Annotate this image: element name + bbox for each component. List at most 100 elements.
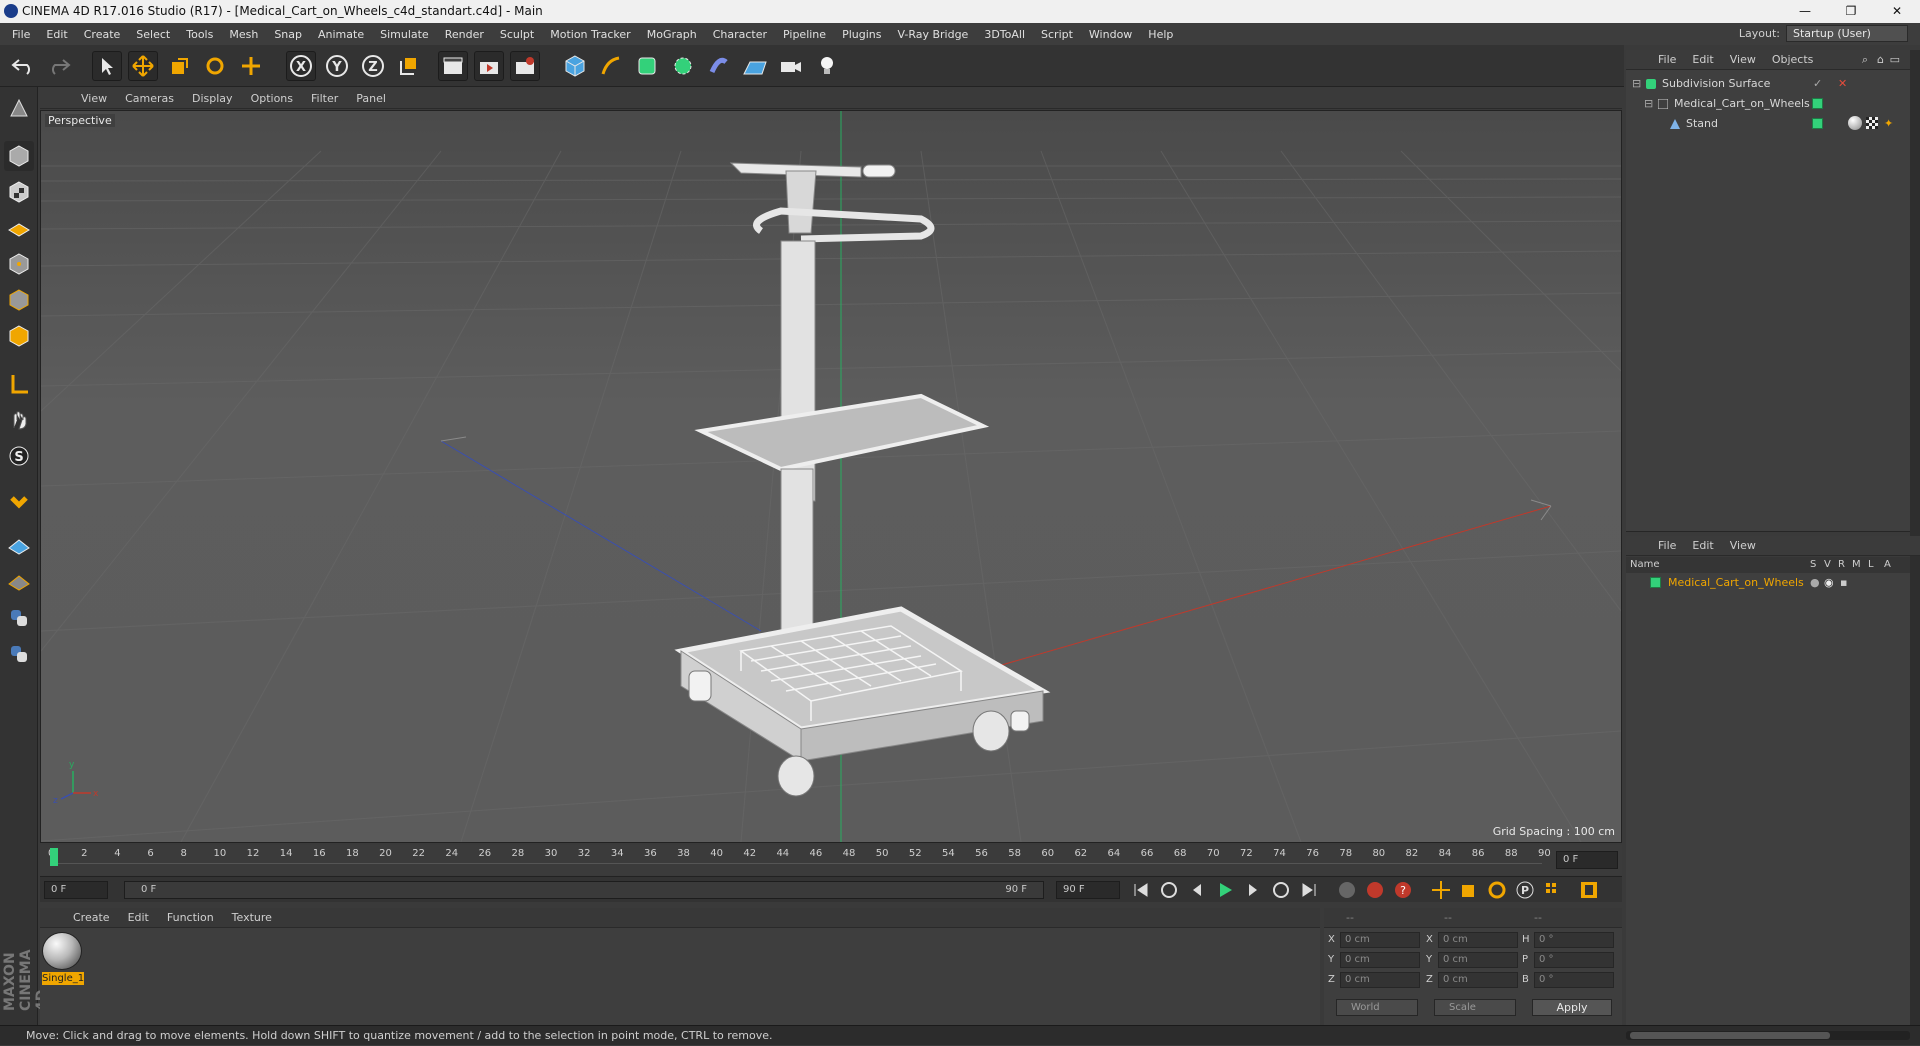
planar-workplane-button[interactable] [4,565,34,595]
object-menu-view[interactable]: View [1722,53,1764,66]
menu-animate[interactable]: Animate [310,28,372,41]
autokey-icon[interactable]: ? [1392,879,1414,901]
menu-edit[interactable]: Edit [38,28,75,41]
motion-record-icon[interactable] [1336,879,1358,901]
editor-check-icon[interactable]: ✓ [1813,74,1822,94]
timeline-end-field[interactable]: 0 F [1556,851,1618,869]
layer-solo-dot-icon[interactable]: ● [1810,573,1820,593]
material-menu-edit[interactable]: Edit [119,911,158,924]
close-button[interactable]: ✕ [1874,0,1920,23]
python-script-button[interactable] [4,603,34,633]
previous-key-icon[interactable] [1158,879,1180,901]
material-menu-create[interactable]: Create [64,911,119,924]
axis-mode-button[interactable] [4,369,34,399]
snap-button[interactable]: S [4,441,34,471]
menu-window[interactable]: Window [1081,28,1140,41]
menu-file[interactable]: File [4,28,38,41]
object-search-icon[interactable]: ⌕ [1862,53,1868,67]
coordinate-system-button[interactable] [394,51,424,81]
layer-color-swatch[interactable] [1812,98,1823,109]
go-to-start-icon[interactable] [1130,879,1152,901]
layout-select[interactable]: Startup (User) [1786,25,1908,42]
column-solo[interactable]: S [1810,557,1816,573]
y-axis-lock-button[interactable]: Y [322,51,352,81]
deformer-button[interactable] [704,51,734,81]
object-row-stand[interactable]: Stand ✦ [1626,114,1910,134]
menu-mograph[interactable]: MoGraph [639,28,705,41]
object-new-window-icon[interactable]: ▭ [1890,53,1900,66]
render-x-icon[interactable]: ✕ [1838,74,1847,94]
live-selection-button[interactable] [92,51,122,81]
current-frame-field[interactable]: 0 F [44,881,108,899]
frame-range-slider[interactable]: 0 F 90 F [124,881,1044,899]
points-mode-button[interactable] [4,249,34,279]
viewport-menu-view[interactable]: View [72,92,116,105]
x-axis-lock-button[interactable]: X [286,51,316,81]
column-name[interactable]: Name [1630,557,1660,573]
scale-mode-dropdown[interactable]: Scale [1434,999,1516,1016]
python-script-2-button[interactable] [4,639,34,669]
floor-object-button[interactable] [740,51,770,81]
mograph-cloner-button[interactable] [668,51,698,81]
key-scale-icon[interactable] [1458,879,1480,901]
next-frame-icon[interactable] [1242,879,1264,901]
pos-x-field[interactable]: 0 cm [1340,932,1420,948]
layer-menu-view[interactable]: View [1722,539,1764,552]
viewport-menu-display[interactable]: Display [183,92,242,105]
edit-render-settings-button[interactable] [510,51,540,81]
recent-tool-button[interactable] [236,51,266,81]
object-menu-file[interactable]: File [1650,53,1684,66]
key-parameter-icon[interactable]: P [1514,879,1536,901]
render-view-button[interactable] [438,51,468,81]
cube-object-button[interactable] [560,51,590,81]
material-tag-icon[interactable] [1848,116,1862,130]
material-menu-texture[interactable]: Texture [223,911,281,924]
column-animation[interactable]: A [1884,557,1891,573]
viewport-menu-filter[interactable]: Filter [302,92,347,105]
menu-help[interactable]: Help [1140,28,1181,41]
column-locked[interactable]: L [1868,557,1874,573]
layer-menu-file[interactable]: File [1650,539,1684,552]
column-render[interactable]: R [1838,557,1845,573]
playhead-marker[interactable] [50,848,58,866]
size-z-field[interactable]: 0 cm [1438,972,1518,988]
coordinate-mode-dropdown[interactable]: World [1336,999,1418,1016]
menu-create[interactable]: Create [76,28,129,41]
timeline-window-icon[interactable] [1578,879,1600,901]
menu-render[interactable]: Render [437,28,492,41]
menu-vray-bridge[interactable]: V-Ray Bridge [889,28,976,41]
redo-button[interactable] [44,51,74,81]
texture-mode-button[interactable] [4,177,34,207]
pos-z-field[interactable]: 0 cm [1340,972,1420,988]
layer-menu-edit[interactable]: Edit [1684,539,1721,552]
apply-button[interactable]: Apply [1532,999,1612,1016]
magnet-button[interactable] [4,487,34,517]
camera-object-button[interactable] [776,51,806,81]
menu-mesh[interactable]: Mesh [221,28,266,41]
key-position-icon[interactable] [1430,879,1452,901]
light-object-button[interactable] [812,51,842,81]
previous-frame-icon[interactable] [1186,879,1208,901]
next-key-icon[interactable] [1270,879,1292,901]
menu-simulate[interactable]: Simulate [372,28,437,41]
key-rotation-icon[interactable] [1486,879,1508,901]
rotate-tool-button[interactable] [200,51,230,81]
menu-character[interactable]: Character [705,28,775,41]
pos-y-field[interactable]: 0 cm [1340,952,1420,968]
undo-button[interactable] [8,51,38,81]
max-frame-field[interactable]: 90 F [1056,881,1120,899]
collapse-toggle-icon[interactable]: ⊟ [1644,94,1653,114]
z-axis-lock-button[interactable]: Z [358,51,388,81]
menu-3dtoall[interactable]: 3DToAll [976,28,1033,41]
viewport-menu-panel[interactable]: Panel [347,92,395,105]
menu-sculpt[interactable]: Sculpt [492,28,542,41]
layer-color-swatch[interactable] [1812,118,1823,129]
menu-snap[interactable]: Snap [266,28,310,41]
minimize-button[interactable]: — [1782,0,1828,23]
collapse-toggle-icon[interactable]: ⊟ [1632,74,1641,94]
object-home-icon[interactable]: ⌂ [1877,53,1884,66]
key-pla-icon[interactable] [1542,879,1564,901]
material-menu-function[interactable]: Function [158,911,223,924]
polygons-mode-button[interactable] [4,321,34,351]
spline-pen-button[interactable] [596,51,626,81]
